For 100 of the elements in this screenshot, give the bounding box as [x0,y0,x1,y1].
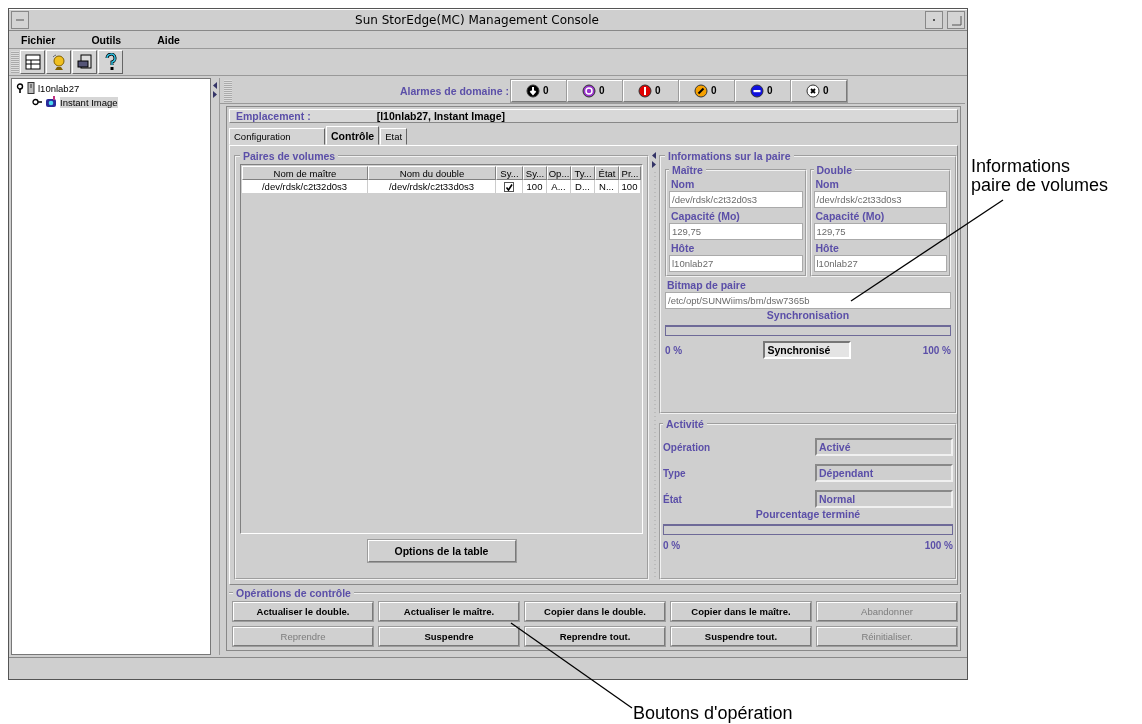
operation-button[interactable]: Copier dans le double. [525,602,665,621]
table-cell: /dev/rdsk/c2t32d0s3 [242,180,368,193]
status-field: Synchronisé [763,341,852,359]
text-field[interactable]: /etc/opt/SUNWiims/bm/dsw7365b [665,292,951,309]
operation-button[interactable]: Reprendre tout. [525,627,665,646]
toolbar-button[interactable] [20,50,45,74]
toolbar-button[interactable] [72,50,97,74]
column-header[interactable]: Nom de maître [242,166,368,180]
server-icon [27,82,35,94]
column-header[interactable]: Sy... [523,166,547,180]
menu-item[interactable]: Aide [157,33,180,46]
device-icon [45,96,57,108]
tab[interactable]: Etat [380,128,408,145]
alarm-icon [806,83,820,98]
alarm-button[interactable]: 0 [791,79,847,102]
table-cell: N... [595,180,619,193]
expander-icon [32,97,42,107]
progress-title: Synchronisation [765,309,851,321]
tree-item[interactable]: l10nlab27 [38,82,80,94]
corner-icon [950,14,962,26]
grip-handle[interactable] [11,51,19,73]
max-label: 100 % [924,540,953,551]
text-field[interactable]: l10nlab27 [813,255,947,272]
text-field[interactable]: /dev/rdsk/c2t33d0s3 [813,191,947,208]
expand-right-icon [213,91,217,98]
location-value: [l10nlab27, Instant Image] [376,110,506,122]
min-label: 0 % [665,344,683,356]
tab[interactable]: Contrôle [326,126,380,145]
field-label: Hôte [815,242,840,254]
min-label: 0 % [663,540,681,551]
column-header[interactable]: Ty... [571,166,595,180]
field-label: Type [663,467,686,479]
group-title: Informations sur la paire [667,150,792,162]
alarm-icon [582,83,596,98]
text-field[interactable]: /dev/rdsk/c2t32d0s3 [669,191,803,208]
group-title: Double [815,164,854,176]
printer-icon [75,53,94,71]
tree-item[interactable]: Instant Image [60,96,118,108]
column-header[interactable]: Pr... [619,166,641,180]
text-field[interactable]: 129,75 [669,223,803,240]
text-field[interactable]: l10nlab27 [669,255,803,272]
field-label: Hôte [671,242,696,254]
toolbar-button[interactable] [98,50,123,74]
alarm-button[interactable]: 0 [735,79,791,102]
expand-right-icon [652,161,656,168]
column-header[interactable]: Sy... [496,166,523,180]
window-layout-icon [23,53,42,71]
expander-icon [16,83,24,93]
table-cell: D... [571,180,595,193]
dash-icon [15,16,25,24]
alarm-icon [526,83,540,98]
table-cell: 100 [523,180,547,193]
field-label: État [663,493,682,505]
value-field: Activé [815,438,953,456]
group-title: Paires de volumes [242,150,337,162]
operation-button[interactable]: Actualiser le double. [233,602,373,621]
progress-title: Pourcentage terminé [754,508,862,520]
field-label: Bitmap de paire [667,279,747,291]
group-title: Maître [671,164,704,176]
grip-handle[interactable] [224,79,232,102]
field-label: Capacité (Mo) [671,210,741,222]
alarm-button[interactable]: 0 [567,79,623,102]
location-label: Emplacement : [236,110,311,122]
operation-button[interactable]: Actualiser le maître. [379,602,519,621]
alarm-button[interactable]: 0 [511,79,567,102]
window-title: Sun StorEdge(MC) Management Console [354,13,600,27]
field-label: Capacité (Mo) [815,210,886,222]
text-field[interactable]: 129,75 [813,223,947,240]
alarm-icon [694,83,708,98]
tab[interactable]: Configuration [229,128,325,145]
table-options-button[interactable]: Options de la table [367,540,516,562]
column-header[interactable]: Op... [547,166,571,180]
field-label: Nom [671,178,696,190]
operation-button[interactable]: Suspendre tout. [671,627,811,646]
alarm-button[interactable]: 0 [679,79,735,102]
operation-button[interactable]: Copier dans le maître. [671,602,811,621]
value-field: Normal [815,490,953,508]
group-title: Activité [665,418,705,430]
alarms-label: Alarmes de domaine : [399,84,509,97]
column-header[interactable]: Nom du double [368,166,496,180]
column-header[interactable]: État [595,166,619,180]
field-label: Opération [663,441,711,453]
table-cell: A... [547,180,571,193]
collapse-left-icon [213,82,217,89]
value-field: Dépendant [815,464,953,482]
max-label: 100 % [922,344,951,356]
callout-label: Boutons d'opération [633,704,793,723]
menu-item[interactable]: Outils [91,33,122,46]
menu-item[interactable]: Fichier [21,33,56,46]
operation-button[interactable]: Suspendre [379,627,519,646]
alarm-icon [750,83,764,98]
collapse-left-icon [652,152,656,159]
checkbox[interactable] [504,181,514,192]
field-label: Nom [815,178,840,190]
table-cell: 100 [619,180,641,193]
check-icon [505,182,513,191]
alarm-button[interactable]: 0 [623,79,679,102]
callout-label: Informations paire de volumes [971,157,1109,195]
table-cell: /dev/rdsk/c2t33d0s3 [368,180,496,193]
group-title: Opérations de contrôle [235,587,352,599]
